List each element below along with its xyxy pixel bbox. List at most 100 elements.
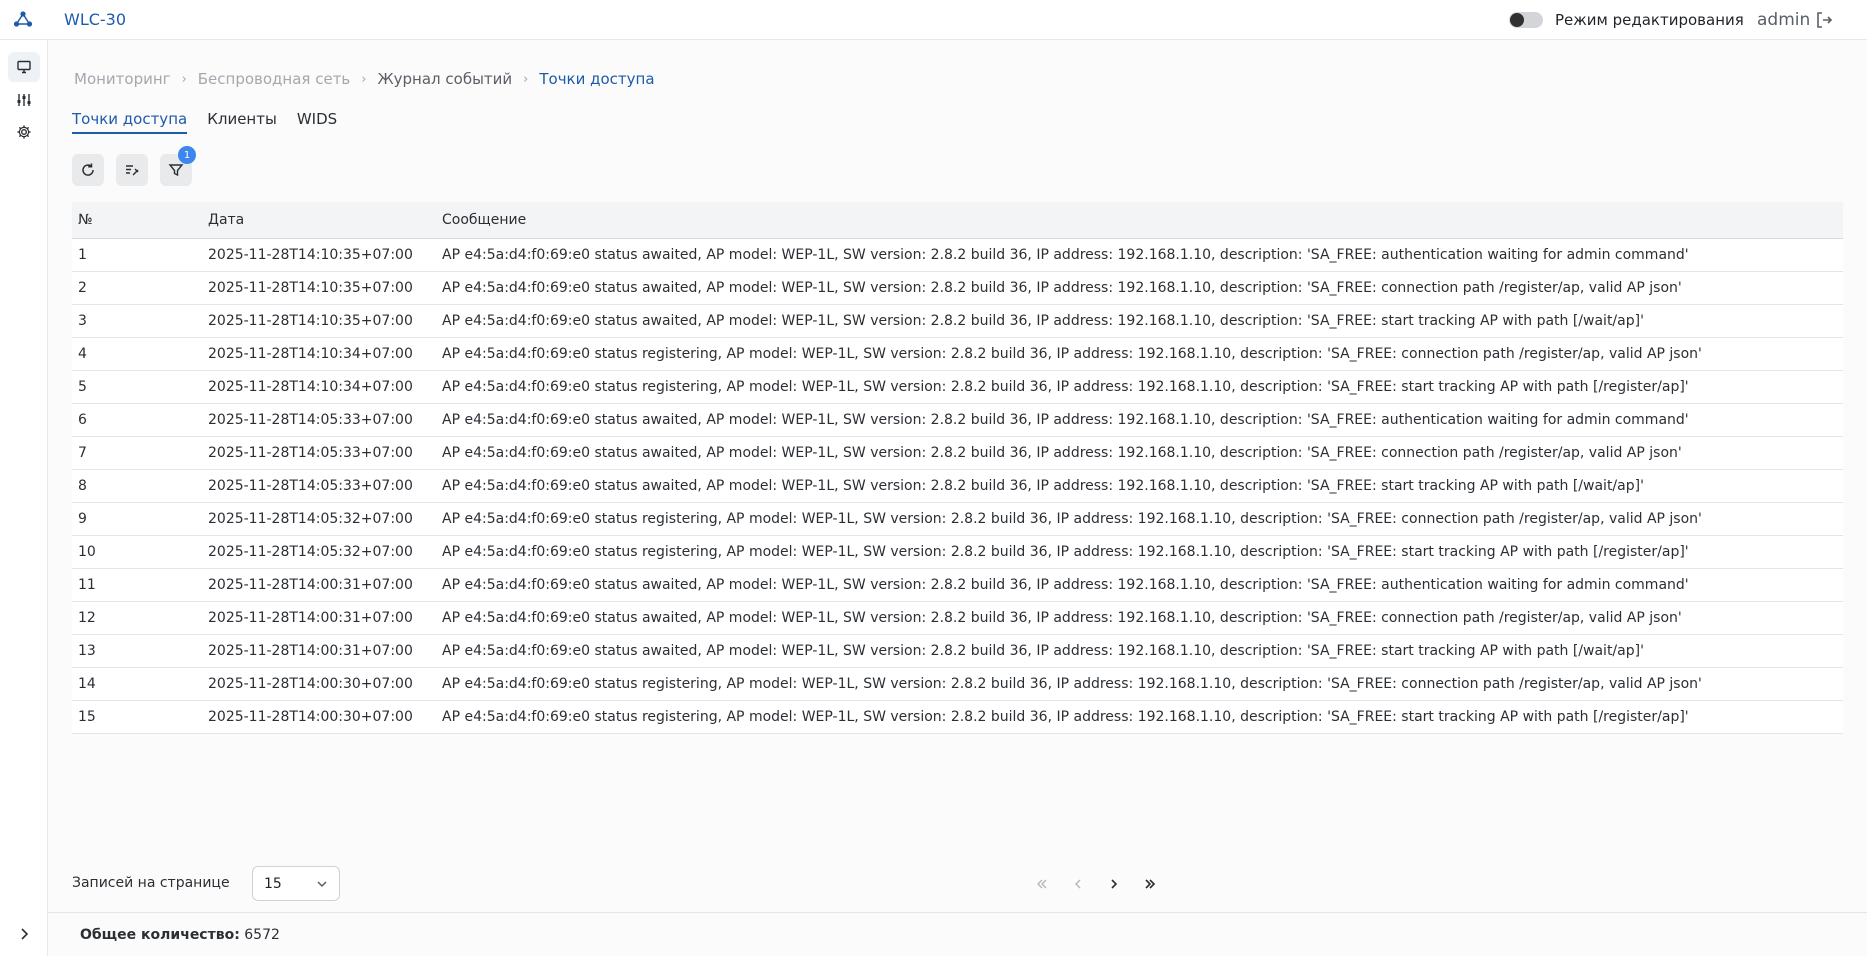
toolbar: 1 xyxy=(72,146,204,186)
column-header-number[interactable]: № xyxy=(72,202,202,238)
edit-mode-toggle[interactable] xyxy=(1509,12,1543,28)
next-page-button[interactable] xyxy=(1096,872,1132,896)
cell-date: 2025-11-28T14:05:32+07:00 xyxy=(208,543,413,560)
refresh-button[interactable] xyxy=(72,154,104,186)
table-body: 1 2025-11-28T14:10:35+07:00 AP e4:5a:d4:f0… xyxy=(72,238,1843,733)
sidebar-item-system[interactable] xyxy=(8,117,40,147)
table-row[interactable]: 4 2025-11-28T14:10:34+07:00 AP e4:5a:d4:f0… xyxy=(72,337,1843,370)
cell-number: 4 xyxy=(78,345,87,362)
cell-message: AP e4:5a:d4:f0:69:e0 status registering,… xyxy=(442,708,1689,725)
sliders-icon xyxy=(17,94,31,106)
sidebar-item-settings-sliders[interactable] xyxy=(8,85,40,115)
events-table: № Дата Сообщение 1 2025-11-28T14:10:35+07… xyxy=(72,202,1843,734)
cell-date: 2025-11-28T14:00:30+07:00 xyxy=(208,675,413,692)
first-page-button[interactable] xyxy=(1024,872,1060,896)
breadcrumb: Мониторинг › Беспроводная сеть › Журнал … xyxy=(74,70,655,88)
total-count-bar: Общее количество: 6572 xyxy=(48,912,1867,956)
breadcrumb-wireless[interactable]: Беспроводная сеть xyxy=(198,70,351,88)
cell-number: 8 xyxy=(78,477,87,494)
cell-message: AP e4:5a:d4:f0:69:e0 status registering,… xyxy=(442,543,1689,560)
cell-message: AP e4:5a:d4:f0:69:e0 status registering,… xyxy=(442,345,1702,362)
table-row[interactable]: 11 2025-11-28T14:00:31+07:00 AP e4:5a:d4:f… xyxy=(72,568,1843,601)
table-row[interactable]: 15 2025-11-28T14:00:30+07:00 AP e4:5a:d4:f… xyxy=(72,700,1843,733)
cell-number: 15 xyxy=(78,708,96,725)
cell-number: 13 xyxy=(78,642,96,659)
last-page-button[interactable] xyxy=(1132,872,1168,896)
table-row[interactable]: 12 2025-11-28T14:00:31+07:00 AP e4:5a:d4:f… xyxy=(72,601,1843,634)
cell-message: AP e4:5a:d4:f0:69:e0 status awaited, AP … xyxy=(442,411,1689,428)
cell-date: 2025-11-28T14:10:34+07:00 xyxy=(208,378,413,395)
tabs: Точки доступа Клиенты WIDS xyxy=(72,110,357,134)
table-row[interactable]: 10 2025-11-28T14:05:32+07:00 AP e4:5a:d4:f… xyxy=(72,535,1843,568)
cell-message: AP e4:5a:d4:f0:69:e0 status registering,… xyxy=(442,378,1689,395)
cell-message: AP e4:5a:d4:f0:69:e0 status awaited, AP … xyxy=(442,609,1682,626)
column-header-date[interactable]: Дата xyxy=(202,202,436,238)
cell-date: 2025-11-28T14:00:31+07:00 xyxy=(208,576,413,593)
toggle-knob xyxy=(1510,13,1524,27)
cell-date: 2025-11-28T14:00:31+07:00 xyxy=(208,609,413,626)
table-row[interactable]: 6 2025-11-28T14:05:33+07:00 AP e4:5a:d4:f0… xyxy=(72,403,1843,436)
sidebar-item-monitoring[interactable] xyxy=(8,52,40,82)
cell-date: 2025-11-28T14:00:30+07:00 xyxy=(208,708,413,725)
user-name: admin xyxy=(1757,10,1811,30)
table-row[interactable]: 14 2025-11-28T14:00:30+07:00 AP e4:5a:d4:f… xyxy=(72,667,1843,700)
cell-number: 1 xyxy=(78,246,87,263)
gear-icon xyxy=(17,125,31,139)
chevron-right-icon xyxy=(1111,879,1118,889)
cell-date: 2025-11-28T14:05:33+07:00 xyxy=(208,411,413,428)
table-row[interactable]: 5 2025-11-28T14:10:34+07:00 AP e4:5a:d4:f0… xyxy=(72,370,1843,403)
breadcrumb-event-log[interactable]: Журнал событий xyxy=(377,70,512,88)
cell-message: AP e4:5a:d4:f0:69:e0 status awaited, AP … xyxy=(442,279,1682,296)
cell-number: 14 xyxy=(78,675,96,692)
app-title[interactable]: WLC-30 xyxy=(64,10,126,29)
clear-filter-button[interactable] xyxy=(116,154,148,186)
refresh-icon xyxy=(82,163,94,176)
prev-page-button[interactable] xyxy=(1060,872,1096,896)
table-row[interactable]: 3 2025-11-28T14:10:35+07:00 AP e4:5a:d4:f0… xyxy=(72,304,1843,337)
table-row[interactable]: 2 2025-11-28T14:10:35+07:00 AP e4:5a:d4:f0… xyxy=(72,271,1843,304)
cell-message: AP e4:5a:d4:f0:69:e0 status awaited, AP … xyxy=(442,642,1644,659)
cell-date: 2025-11-28T14:05:33+07:00 xyxy=(208,444,413,461)
breadcrumb-separator-icon: › xyxy=(181,71,187,87)
cell-date: 2025-11-28T14:05:33+07:00 xyxy=(208,477,413,494)
cell-date: 2025-11-28T14:10:35+07:00 xyxy=(208,279,413,296)
tab-wids[interactable]: WIDS xyxy=(297,110,337,134)
cell-number: 5 xyxy=(78,378,87,395)
sidebar-expand-icon[interactable] xyxy=(14,924,34,944)
table-row[interactable]: 8 2025-11-28T14:05:33+07:00 AP e4:5a:d4:f0… xyxy=(72,469,1843,502)
breadcrumb-access-points: Точки доступа xyxy=(539,70,655,88)
app-logo-icon[interactable] xyxy=(13,10,33,28)
chevron-down-icon xyxy=(317,881,327,888)
column-header-message[interactable]: Сообщение xyxy=(436,202,1843,238)
cell-message: AP e4:5a:d4:f0:69:e0 status registering,… xyxy=(442,510,1702,527)
cell-number: 9 xyxy=(78,510,87,527)
breadcrumb-monitoring[interactable]: Мониторинг xyxy=(74,70,171,88)
per-page-select[interactable]: 15 xyxy=(252,866,340,901)
table-row[interactable]: 7 2025-11-28T14:05:33+07:00 AP e4:5a:d4:f0… xyxy=(72,436,1843,469)
cell-number: 2 xyxy=(78,279,87,296)
table-row[interactable]: 13 2025-11-28T14:00:31+07:00 AP e4:5a:d4:f… xyxy=(72,634,1843,667)
table-row[interactable]: 9 2025-11-28T14:05:32+07:00 AP e4:5a:d4:f0… xyxy=(72,502,1843,535)
sidebar xyxy=(0,40,48,956)
per-page-value: 15 xyxy=(264,876,282,892)
logout-icon[interactable] xyxy=(1814,10,1834,30)
cell-message: AP e4:5a:d4:f0:69:e0 status awaited, AP … xyxy=(442,576,1689,593)
table-row[interactable]: 1 2025-11-28T14:10:35+07:00 AP e4:5a:d4:f0… xyxy=(72,238,1843,271)
filter-button[interactable]: 1 xyxy=(160,146,196,186)
cell-message: AP e4:5a:d4:f0:69:e0 status awaited, AP … xyxy=(442,246,1689,263)
tab-access-points[interactable]: Точки доступа xyxy=(72,110,188,134)
total-count: Общее количество: 6572 xyxy=(80,927,280,943)
filter-icon xyxy=(168,164,184,177)
breadcrumb-separator-icon: › xyxy=(361,71,367,87)
cell-message: AP e4:5a:d4:f0:69:e0 status awaited, AP … xyxy=(442,312,1644,329)
cell-number: 6 xyxy=(78,411,87,428)
total-count-label: Общее количество: xyxy=(80,927,240,943)
cell-message: AP e4:5a:d4:f0:69:e0 status awaited, AP … xyxy=(442,477,1644,494)
cell-date: 2025-11-28T14:10:35+07:00 xyxy=(208,312,413,329)
tab-clients[interactable]: Клиенты xyxy=(207,110,277,134)
cell-date: 2025-11-28T14:10:34+07:00 xyxy=(208,345,413,362)
cell-number: 3 xyxy=(78,312,87,329)
top-bar: WLC-30 Режим редактирования admin xyxy=(0,0,1867,40)
cell-date: 2025-11-28T14:05:32+07:00 xyxy=(208,510,413,527)
clear-list-icon xyxy=(126,165,139,176)
